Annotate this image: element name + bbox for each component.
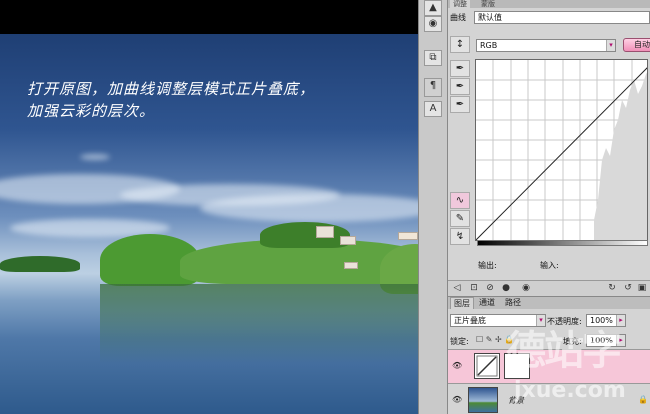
house bbox=[340, 236, 356, 245]
auto-button[interactable]: 自动 bbox=[623, 38, 650, 52]
curves-graph-svg bbox=[476, 60, 647, 240]
curve-points-tool-icon[interactable]: ∿ bbox=[450, 192, 470, 209]
smooth-curve-icon[interactable]: ↯ bbox=[450, 228, 470, 245]
adjustments-panel-icon[interactable]: ▲ bbox=[424, 0, 442, 16]
white-point-eyedropper-icon[interactable]: ✒ bbox=[450, 96, 470, 113]
photo-canvas: 打开原图，加曲线调整层模式正片叠底， 加强云彩的层次。 bbox=[0, 34, 436, 414]
tab-paths[interactable]: 路径 bbox=[502, 297, 524, 309]
expand-view-icon[interactable]: ⊡ bbox=[468, 283, 480, 294]
layers-tabs: 图层 通道 路径 bbox=[448, 297, 650, 309]
blend-mode-dropdown[interactable]: 正片叠底 ▾ bbox=[450, 314, 546, 327]
paragraph-icon[interactable]: ¶ bbox=[424, 78, 442, 97]
tab-layers[interactable]: 图层 bbox=[450, 297, 474, 309]
lock-icon: 🔒 bbox=[638, 395, 648, 404]
layer-mask-thumbnail bbox=[504, 353, 530, 379]
lock-icons[interactable]: ☐ ✎ ✢ 🔒 bbox=[476, 335, 514, 344]
reset-icon[interactable]: ↻ bbox=[606, 283, 618, 294]
fill-label: 填充: bbox=[563, 337, 582, 346]
channel-dropdown[interactable]: RGB ▾ bbox=[476, 39, 616, 52]
chevron-right-icon: ▸ bbox=[616, 335, 625, 346]
panel-icon-strip: ▲ ◉ ⧉ ≡ A ¶ bbox=[418, 0, 448, 414]
back-arrow-icon[interactable]: ◁ bbox=[451, 283, 463, 294]
opacity-input[interactable]: 100% ▸ bbox=[586, 314, 626, 327]
fill-value: 100% bbox=[590, 336, 613, 345]
delete-icon[interactable]: ▣ bbox=[636, 283, 648, 294]
preset-label: 曲线 bbox=[450, 13, 466, 22]
input-label: 输入: bbox=[540, 261, 559, 270]
refresh-icon[interactable]: ↺ bbox=[622, 283, 634, 294]
on-image-adjust-tool-icon[interactable]: ↕ bbox=[450, 36, 470, 53]
distant-trees bbox=[0, 256, 80, 272]
clone-source-icon[interactable]: ⧉ bbox=[424, 50, 442, 66]
character-icon[interactable]: A bbox=[424, 101, 442, 117]
instruction-caption: 打开原图，加曲线调整层模式正片叠底， 加强云彩的层次。 bbox=[27, 78, 367, 122]
trees bbox=[260, 222, 350, 248]
house bbox=[316, 226, 334, 238]
visibility-eye-icon[interactable]: ● bbox=[500, 283, 512, 294]
curves-adjustment-thumbnail bbox=[474, 353, 500, 379]
preset-value: 默认值 bbox=[478, 13, 502, 22]
chevron-down-icon: ▾ bbox=[606, 40, 615, 51]
tab-adjustments[interactable]: 调整 bbox=[450, 0, 470, 8]
caption-line-2: 加强云彩的层次。 bbox=[27, 102, 156, 120]
curves-graph[interactable] bbox=[475, 59, 648, 241]
input-gradient-bar bbox=[477, 240, 648, 246]
layer-row-background[interactable]: 👁 背景 🔒 bbox=[448, 383, 650, 414]
masks-panel-icon[interactable]: ◉ bbox=[424, 16, 442, 32]
background-layer-thumbnail bbox=[468, 387, 498, 413]
blend-mode-value: 正片叠底 bbox=[454, 316, 486, 325]
output-label: 输出: bbox=[478, 261, 497, 270]
channel-value: RGB bbox=[480, 41, 498, 50]
adjustments-bottom-bar: ◁ ⊡ ⊘ ● ◉ ↻ ↺ ▣ bbox=[448, 280, 650, 296]
house bbox=[344, 262, 358, 269]
pencil-draw-icon[interactable]: ✎ bbox=[450, 210, 470, 227]
gray-point-eyedropper-icon[interactable]: ✒ bbox=[450, 78, 470, 95]
eye-icon[interactable]: 👁 bbox=[452, 395, 462, 405]
layer-row-curves[interactable]: 👁 bbox=[448, 349, 650, 383]
view-previous-icon[interactable]: ◉ bbox=[520, 283, 532, 294]
lock-label: 锁定: bbox=[450, 337, 469, 346]
opacity-label: 不透明度: bbox=[547, 317, 582, 326]
clip-to-layer-icon[interactable]: ⊘ bbox=[484, 283, 496, 294]
cloud bbox=[200, 194, 436, 222]
chevron-right-icon: ▸ bbox=[616, 315, 625, 326]
black-point-eyedropper-icon[interactable]: ✒ bbox=[450, 60, 470, 77]
layers-panel: 图层 通道 路径 正片叠底 ▾ 不透明度: 100% ▸ 锁定: ☐ ✎ ✢ 🔒… bbox=[448, 296, 650, 414]
adjustments-tabs: 调整 蒙版 bbox=[448, 0, 650, 8]
eye-icon[interactable]: 👁 bbox=[452, 361, 462, 371]
caption-line-1: 打开原图，加曲线调整层模式正片叠底， bbox=[27, 80, 316, 98]
chevron-down-icon: ▾ bbox=[536, 315, 545, 326]
cloud bbox=[80, 154, 110, 160]
opacity-value: 100% bbox=[590, 316, 613, 325]
water-reflection bbox=[100, 284, 436, 364]
fill-input[interactable]: 100% ▸ bbox=[586, 334, 626, 347]
house bbox=[398, 232, 418, 240]
background-layer-name: 背景 bbox=[508, 396, 524, 405]
histogram bbox=[594, 72, 647, 240]
tab-masks[interactable]: 蒙版 bbox=[478, 0, 498, 8]
tab-channels[interactable]: 通道 bbox=[476, 297, 498, 309]
preset-dropdown[interactable]: 默认值 bbox=[474, 11, 650, 24]
